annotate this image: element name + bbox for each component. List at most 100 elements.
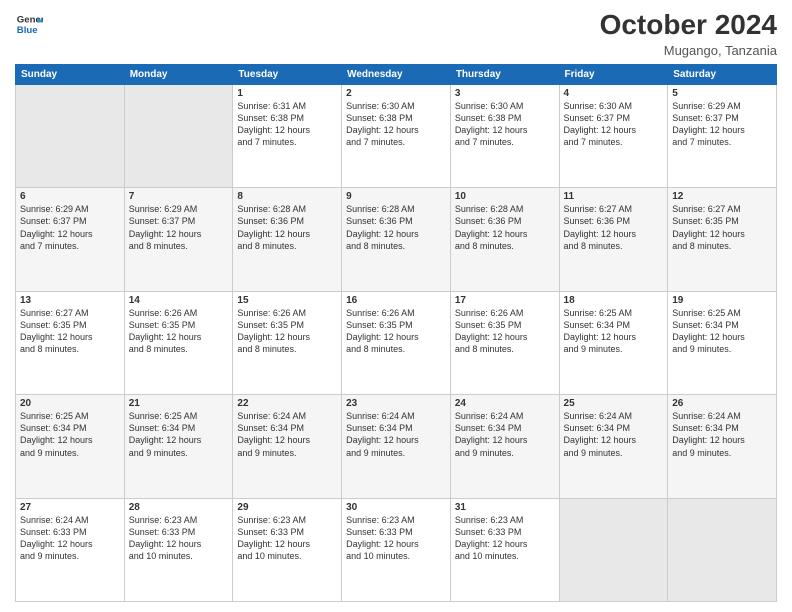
day-number: 29 bbox=[237, 502, 337, 513]
day-info: Sunrise: 6:24 AMSunset: 6:34 PMDaylight:… bbox=[346, 410, 446, 459]
day-info: Sunrise: 6:28 AMSunset: 6:36 PMDaylight:… bbox=[346, 203, 446, 252]
calendar-cell: 4Sunrise: 6:30 AMSunset: 6:37 PMDaylight… bbox=[559, 84, 668, 187]
calendar-cell: 31Sunrise: 6:23 AMSunset: 6:33 PMDayligh… bbox=[450, 498, 559, 601]
day-info: Sunrise: 6:29 AMSunset: 6:37 PMDaylight:… bbox=[20, 203, 120, 252]
day-info: Sunrise: 6:27 AMSunset: 6:35 PMDaylight:… bbox=[672, 203, 772, 252]
day-number: 11 bbox=[564, 191, 664, 202]
day-info: Sunrise: 6:24 AMSunset: 6:34 PMDaylight:… bbox=[564, 410, 664, 459]
weekday-header-row: SundayMondayTuesdayWednesdayThursdayFrid… bbox=[16, 64, 777, 84]
calendar-cell: 29Sunrise: 6:23 AMSunset: 6:33 PMDayligh… bbox=[233, 498, 342, 601]
day-number: 27 bbox=[20, 502, 120, 513]
calendar-cell: 26Sunrise: 6:24 AMSunset: 6:34 PMDayligh… bbox=[668, 395, 777, 498]
calendar-cell: 30Sunrise: 6:23 AMSunset: 6:33 PMDayligh… bbox=[342, 498, 451, 601]
day-info: Sunrise: 6:30 AMSunset: 6:38 PMDaylight:… bbox=[455, 100, 555, 149]
day-number: 17 bbox=[455, 295, 555, 306]
week-row-2: 6Sunrise: 6:29 AMSunset: 6:37 PMDaylight… bbox=[16, 188, 777, 291]
day-number: 1 bbox=[237, 88, 337, 99]
day-number: 31 bbox=[455, 502, 555, 513]
calendar-cell: 2Sunrise: 6:30 AMSunset: 6:38 PMDaylight… bbox=[342, 84, 451, 187]
day-number: 20 bbox=[20, 398, 120, 409]
calendar-cell: 5Sunrise: 6:29 AMSunset: 6:37 PMDaylight… bbox=[668, 84, 777, 187]
day-number: 6 bbox=[20, 191, 120, 202]
day-info: Sunrise: 6:26 AMSunset: 6:35 PMDaylight:… bbox=[455, 307, 555, 356]
month-title: October 2024 bbox=[600, 10, 777, 41]
day-info: Sunrise: 6:28 AMSunset: 6:36 PMDaylight:… bbox=[455, 203, 555, 252]
calendar-cell: 20Sunrise: 6:25 AMSunset: 6:34 PMDayligh… bbox=[16, 395, 125, 498]
page-header: General Blue October 2024 Mugango, Tanza… bbox=[15, 10, 777, 58]
calendar-cell: 21Sunrise: 6:25 AMSunset: 6:34 PMDayligh… bbox=[124, 395, 233, 498]
weekday-thursday: Thursday bbox=[450, 64, 559, 84]
location: Mugango, Tanzania bbox=[600, 43, 777, 58]
title-block: October 2024 Mugango, Tanzania bbox=[600, 10, 777, 58]
week-row-3: 13Sunrise: 6:27 AMSunset: 6:35 PMDayligh… bbox=[16, 291, 777, 394]
calendar-cell: 1Sunrise: 6:31 AMSunset: 6:38 PMDaylight… bbox=[233, 84, 342, 187]
day-info: Sunrise: 6:24 AMSunset: 6:33 PMDaylight:… bbox=[20, 514, 120, 563]
day-number: 14 bbox=[129, 295, 229, 306]
day-info: Sunrise: 6:25 AMSunset: 6:34 PMDaylight:… bbox=[20, 410, 120, 459]
day-info: Sunrise: 6:25 AMSunset: 6:34 PMDaylight:… bbox=[564, 307, 664, 356]
calendar-cell: 10Sunrise: 6:28 AMSunset: 6:36 PMDayligh… bbox=[450, 188, 559, 291]
day-info: Sunrise: 6:23 AMSunset: 6:33 PMDaylight:… bbox=[129, 514, 229, 563]
day-number: 26 bbox=[672, 398, 772, 409]
day-info: Sunrise: 6:24 AMSunset: 6:34 PMDaylight:… bbox=[455, 410, 555, 459]
day-number: 22 bbox=[237, 398, 337, 409]
calendar-cell: 18Sunrise: 6:25 AMSunset: 6:34 PMDayligh… bbox=[559, 291, 668, 394]
day-info: Sunrise: 6:25 AMSunset: 6:34 PMDaylight:… bbox=[672, 307, 772, 356]
day-number: 30 bbox=[346, 502, 446, 513]
day-info: Sunrise: 6:27 AMSunset: 6:35 PMDaylight:… bbox=[20, 307, 120, 356]
calendar-cell bbox=[668, 498, 777, 601]
calendar-cell: 8Sunrise: 6:28 AMSunset: 6:36 PMDaylight… bbox=[233, 188, 342, 291]
day-number: 7 bbox=[129, 191, 229, 202]
day-number: 4 bbox=[564, 88, 664, 99]
calendar-cell: 7Sunrise: 6:29 AMSunset: 6:37 PMDaylight… bbox=[124, 188, 233, 291]
day-info: Sunrise: 6:27 AMSunset: 6:36 PMDaylight:… bbox=[564, 203, 664, 252]
calendar-body: 1Sunrise: 6:31 AMSunset: 6:38 PMDaylight… bbox=[16, 84, 777, 601]
weekday-friday: Friday bbox=[559, 64, 668, 84]
calendar-cell bbox=[124, 84, 233, 187]
day-number: 10 bbox=[455, 191, 555, 202]
logo-icon: General Blue bbox=[15, 10, 43, 38]
calendar-cell: 15Sunrise: 6:26 AMSunset: 6:35 PMDayligh… bbox=[233, 291, 342, 394]
week-row-4: 20Sunrise: 6:25 AMSunset: 6:34 PMDayligh… bbox=[16, 395, 777, 498]
day-info: Sunrise: 6:26 AMSunset: 6:35 PMDaylight:… bbox=[129, 307, 229, 356]
day-number: 5 bbox=[672, 88, 772, 99]
day-info: Sunrise: 6:26 AMSunset: 6:35 PMDaylight:… bbox=[237, 307, 337, 356]
day-number: 19 bbox=[672, 295, 772, 306]
day-info: Sunrise: 6:23 AMSunset: 6:33 PMDaylight:… bbox=[237, 514, 337, 563]
day-info: Sunrise: 6:29 AMSunset: 6:37 PMDaylight:… bbox=[672, 100, 772, 149]
calendar-cell: 6Sunrise: 6:29 AMSunset: 6:37 PMDaylight… bbox=[16, 188, 125, 291]
calendar-cell: 12Sunrise: 6:27 AMSunset: 6:35 PMDayligh… bbox=[668, 188, 777, 291]
calendar-cell: 19Sunrise: 6:25 AMSunset: 6:34 PMDayligh… bbox=[668, 291, 777, 394]
day-info: Sunrise: 6:23 AMSunset: 6:33 PMDaylight:… bbox=[346, 514, 446, 563]
day-number: 16 bbox=[346, 295, 446, 306]
calendar-cell: 9Sunrise: 6:28 AMSunset: 6:36 PMDaylight… bbox=[342, 188, 451, 291]
weekday-saturday: Saturday bbox=[668, 64, 777, 84]
weekday-wednesday: Wednesday bbox=[342, 64, 451, 84]
calendar-cell bbox=[16, 84, 125, 187]
day-number: 2 bbox=[346, 88, 446, 99]
calendar-cell: 23Sunrise: 6:24 AMSunset: 6:34 PMDayligh… bbox=[342, 395, 451, 498]
day-number: 15 bbox=[237, 295, 337, 306]
week-row-5: 27Sunrise: 6:24 AMSunset: 6:33 PMDayligh… bbox=[16, 498, 777, 601]
day-info: Sunrise: 6:30 AMSunset: 6:37 PMDaylight:… bbox=[564, 100, 664, 149]
day-number: 12 bbox=[672, 191, 772, 202]
svg-text:Blue: Blue bbox=[17, 25, 38, 36]
day-number: 24 bbox=[455, 398, 555, 409]
day-info: Sunrise: 6:28 AMSunset: 6:36 PMDaylight:… bbox=[237, 203, 337, 252]
weekday-monday: Monday bbox=[124, 64, 233, 84]
day-number: 21 bbox=[129, 398, 229, 409]
day-number: 3 bbox=[455, 88, 555, 99]
day-info: Sunrise: 6:24 AMSunset: 6:34 PMDaylight:… bbox=[237, 410, 337, 459]
calendar-table: SundayMondayTuesdayWednesdayThursdayFrid… bbox=[15, 64, 777, 602]
weekday-tuesday: Tuesday bbox=[233, 64, 342, 84]
calendar-cell: 3Sunrise: 6:30 AMSunset: 6:38 PMDaylight… bbox=[450, 84, 559, 187]
day-number: 23 bbox=[346, 398, 446, 409]
calendar-cell: 22Sunrise: 6:24 AMSunset: 6:34 PMDayligh… bbox=[233, 395, 342, 498]
week-row-1: 1Sunrise: 6:31 AMSunset: 6:38 PMDaylight… bbox=[16, 84, 777, 187]
day-number: 18 bbox=[564, 295, 664, 306]
day-info: Sunrise: 6:24 AMSunset: 6:34 PMDaylight:… bbox=[672, 410, 772, 459]
calendar-cell: 17Sunrise: 6:26 AMSunset: 6:35 PMDayligh… bbox=[450, 291, 559, 394]
calendar-cell: 24Sunrise: 6:24 AMSunset: 6:34 PMDayligh… bbox=[450, 395, 559, 498]
calendar-cell: 13Sunrise: 6:27 AMSunset: 6:35 PMDayligh… bbox=[16, 291, 125, 394]
day-number: 9 bbox=[346, 191, 446, 202]
